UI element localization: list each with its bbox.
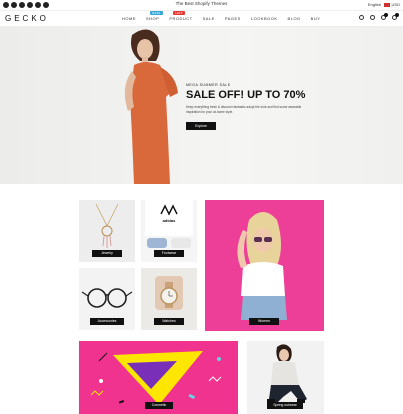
nav-product[interactable]: HOT PRODUCT — [169, 11, 192, 21]
category-tile-cosmetic[interactable]: Cosmetic — [79, 341, 238, 414]
tile-label: Watches — [154, 318, 184, 325]
cart-icon[interactable] — [392, 13, 399, 20]
category-tile-watches[interactable]: Watches — [141, 268, 197, 330]
nav-buy[interactable]: BUY — [311, 16, 321, 21]
explore-button[interactable]: Explore — [186, 122, 216, 130]
tile-label: Jewelry — [92, 250, 122, 257]
currency-label: USD — [391, 2, 400, 7]
top-message: The Best Shopify Themes — [175, 1, 228, 6]
women-image — [237, 212, 287, 320]
wishlist-icon[interactable] — [381, 13, 388, 20]
tile-label: Accessories — [90, 318, 124, 325]
category-tile-women[interactable]: Women — [205, 200, 324, 331]
category-tile-spring-outwear[interactable]: Spring outwear — [247, 341, 324, 414]
tile-label: Women — [249, 318, 279, 325]
hero-description: Keep everything fresh & discover fantast… — [186, 105, 302, 114]
hero-kicker: MEGA SUMMER SALE — [186, 83, 231, 87]
category-tile-accessories[interactable]: Accessories — [79, 268, 135, 330]
nav-shop[interactable]: NEW SHOP — [146, 11, 163, 21]
tile-label: Spring outwear — [267, 402, 303, 409]
nav-home[interactable]: HOME — [122, 16, 136, 21]
nav-sale[interactable]: SALE — [203, 16, 215, 21]
logo[interactable]: GECKO — [5, 14, 49, 23]
nav-blog[interactable]: BLOG — [288, 16, 301, 21]
nav-pages[interactable]: PAGES — [225, 16, 241, 21]
search-icon[interactable] — [359, 15, 364, 20]
tile-label: Cosmetic — [145, 402, 173, 409]
header-icons — [359, 13, 399, 20]
currency-selector[interactable]: USD — [383, 2, 400, 7]
main-nav: HOME NEW SHOP HOT PRODUCT SALE PAGES LOOKB… — [122, 11, 321, 21]
new-badge: NEW — [150, 11, 163, 15]
flag-icon — [383, 2, 390, 7]
category-tile-jewelry[interactable]: Jewelry — [79, 200, 135, 262]
hero-model-image — [124, 29, 178, 184]
account-icon[interactable] — [370, 15, 375, 20]
hero-headline: SALE OFF! UP TO 70% — [186, 89, 306, 101]
svg-text:adidas: adidas — [163, 218, 176, 223]
tile-label: Footwear — [154, 250, 184, 257]
hot-badge: HOT — [173, 11, 186, 15]
category-tile-footwear[interactable]: adidas Footwear — [141, 200, 197, 262]
nav-lookbook[interactable]: LOOKBOOK — [251, 16, 278, 21]
language-selector[interactable]: English — [368, 2, 381, 7]
